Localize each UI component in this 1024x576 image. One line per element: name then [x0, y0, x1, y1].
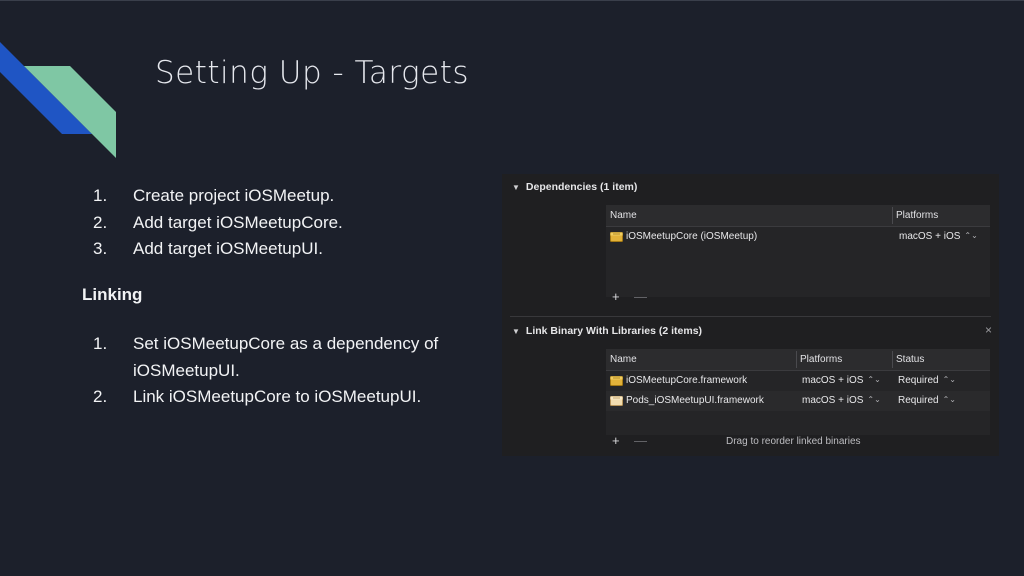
up-down-chevron-icon[interactable]: ⌃⌄ [943, 375, 956, 384]
link-binary-table: Name Platforms Status iOSMeetupCore.fram… [606, 349, 990, 435]
table-row[interactable]: iOSMeetupCore.framework macOS + iOS ⌃⌄ Re… [606, 371, 990, 391]
dependencies-section-header[interactable]: ▼ Dependencies (1 item) [512, 181, 637, 193]
list-item: 1. Set iOSMeetupCore as a dependency of i… [90, 331, 490, 384]
up-down-chevron-icon[interactable]: ⌃⌄ [867, 375, 880, 384]
list-text: Link iOSMeetupCore to iOSMeetupUI. [133, 387, 422, 406]
disclosure-triangle-icon[interactable]: ▼ [512, 183, 520, 192]
list-number: 2. [93, 212, 108, 232]
list-text: Add target iOSMeetupUI. [133, 239, 323, 258]
library-status[interactable]: Required ⌃⌄ [898, 395, 956, 406]
list-item: 2. Link iOSMeetupCore to iOSMeetupUI. [90, 384, 490, 411]
list-text: Add target iOSMeetupCore. [133, 212, 343, 232]
xcode-build-phases-panel: ▼ Dependencies (1 item) Name Platforms iO… [502, 174, 999, 456]
setup-steps-list: 1. Create project iOSMeetup. 2. Add target… [90, 183, 343, 263]
library-name: iOSMeetupCore.framework [626, 375, 748, 386]
dependencies-footer: + — [606, 286, 990, 310]
up-down-chevron-icon[interactable]: ⌃⌄ [867, 395, 880, 404]
list-item: 1. Create project iOSMeetup. [90, 183, 343, 210]
dependencies-title: Dependencies (1 item) [525, 181, 638, 193]
drag-hint-text: Drag to reorder linked binaries [726, 436, 861, 447]
up-down-chevron-icon[interactable]: ⌃⌄ [964, 231, 977, 240]
deco-green-stripe [24, 66, 116, 158]
status-value: Required [898, 375, 939, 386]
dependency-name: iOSMeetupCore (iOSMeetup) [626, 231, 758, 242]
list-text: Set iOSMeetupCore as a dependency of iOS… [133, 334, 439, 380]
framework-icon [610, 376, 623, 386]
table-row[interactable]: Pods_iOSMeetupUI.framework macOS + iOS ⌃⌄… [606, 391, 990, 411]
status-value: Required [898, 395, 939, 406]
column-separator [892, 207, 893, 224]
library-name: Pods_iOSMeetupUI.framework [626, 395, 764, 406]
list-text: Create project iOSMeetup. [133, 186, 335, 205]
platforms-value: macOS + iOS [802, 395, 864, 406]
dependencies-table: Name Platforms iOSMeetupCore (iOSMeetup)… [606, 205, 990, 297]
remove-button[interactable]: — [634, 433, 647, 448]
section-divider [510, 316, 991, 317]
add-button[interactable]: + [612, 289, 620, 304]
up-down-chevron-icon[interactable]: ⌃⌄ [943, 395, 956, 404]
linking-steps-list: 1. Set iOSMeetupCore as a dependency of i… [90, 331, 490, 411]
column-header-status[interactable]: Status [896, 354, 924, 365]
list-number: 2. [93, 387, 108, 406]
column-separator [796, 351, 797, 368]
corner-decoration [0, 42, 116, 158]
list-number: 1. [93, 186, 108, 205]
link-binary-footer: + — Drag to reorder linked binaries [606, 430, 990, 454]
list-item: 2. Add target iOSMeetupCore. [90, 210, 343, 237]
column-separator [892, 351, 893, 368]
column-header-platforms[interactable]: Platforms [896, 210, 938, 221]
top-border [0, 0, 1024, 1]
library-status[interactable]: Required ⌃⌄ [898, 375, 956, 386]
column-header-platforms[interactable]: Platforms [800, 354, 842, 365]
library-platforms[interactable]: macOS + iOS ⌃⌄ [802, 395, 881, 406]
list-number: 3. [93, 239, 108, 258]
list-item: 3. Add target iOSMeetupUI. [90, 236, 343, 263]
platforms-value: macOS + iOS [899, 231, 961, 242]
framework-icon [610, 232, 623, 242]
remove-button[interactable]: — [634, 289, 647, 304]
column-header-name[interactable]: Name [610, 210, 637, 221]
column-header-name[interactable]: Name [610, 354, 637, 365]
disclosure-triangle-icon[interactable]: ▼ [512, 327, 520, 336]
table-header: Name Platforms [606, 205, 990, 227]
slide-title: Setting Up - Targets [155, 55, 470, 91]
library-platforms[interactable]: macOS + iOS ⌃⌄ [802, 375, 881, 386]
dependency-platforms[interactable]: macOS + iOS ⌃⌄ [899, 231, 978, 242]
framework-icon [610, 396, 623, 406]
close-icon[interactable]: × [985, 323, 992, 337]
link-binary-section-header[interactable]: ▼ Link Binary With Libraries (2 items) [512, 325, 702, 337]
list-number: 1. [93, 334, 108, 353]
add-button[interactable]: + [612, 433, 620, 448]
linking-heading: Linking [82, 285, 143, 304]
table-header: Name Platforms Status [606, 349, 990, 371]
table-row[interactable]: iOSMeetupCore (iOSMeetup) macOS + iOS ⌃⌄ [606, 227, 990, 247]
platforms-value: macOS + iOS [802, 375, 864, 386]
link-binary-title: Link Binary With Libraries (2 items) [525, 325, 703, 337]
